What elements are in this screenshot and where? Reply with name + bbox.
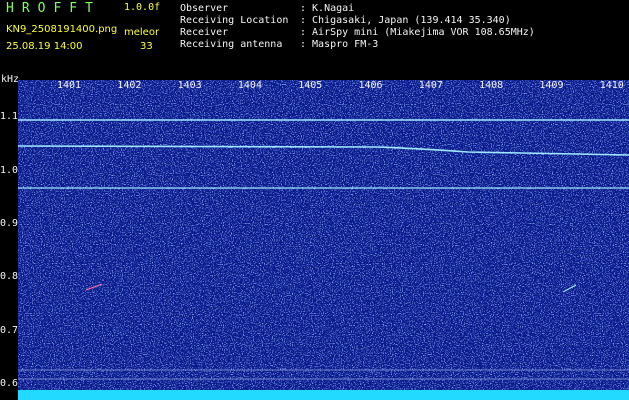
version-label: 1.0.0f xyxy=(124,2,161,13)
info-value-antenna: : Maspro FM-3 xyxy=(300,39,379,50)
x-tick-label: 1409 xyxy=(539,80,564,91)
info-value-receiver: : AirSpy mini (Miakejima VOR 108.65MHz) xyxy=(300,27,535,38)
x-tick-label: 1402 xyxy=(117,80,142,91)
filename-label: KN9_2508191400.png xyxy=(6,24,118,35)
x-tick-label: 1410 xyxy=(599,80,624,91)
info-label-antenna: Receiving antenna xyxy=(180,39,283,50)
info-label-observer: Observer xyxy=(180,3,229,14)
info-value-location: : Chigasaki, Japan (139.414 35.340) xyxy=(300,15,511,26)
info-label-receiver: Receiver xyxy=(180,27,229,38)
info-value-observer: : K.Nagai xyxy=(300,3,355,14)
x-tick-label: 1408 xyxy=(479,80,504,91)
x-tick-label: 1407 xyxy=(418,80,443,91)
meteor-label: meleor xyxy=(124,27,160,38)
y-tick-label: 1.0 xyxy=(0,164,19,176)
x-tick-label: 1405 xyxy=(298,80,323,91)
app-logo: HROFFT xyxy=(6,1,101,16)
y-tick-label: 0.9 xyxy=(0,218,19,229)
y-axis-unit: kHz xyxy=(1,74,20,85)
y-tick-label: 0.6 xyxy=(0,378,19,389)
header-panel: HROFFT 1.0.0f KN9_2508191400.png meleor … xyxy=(0,0,629,74)
info-label-location: Receiving Location xyxy=(180,15,289,26)
meteor-count: 33 xyxy=(140,41,153,52)
datetime-label: 25.08.19 14:00 xyxy=(6,41,83,52)
y-tick-label: 0.8 xyxy=(0,271,19,283)
spectrogram-noise xyxy=(18,80,629,400)
x-tick-label: 1403 xyxy=(177,80,202,91)
y-tick-label: 0.7 xyxy=(0,324,19,336)
bottom-band xyxy=(18,390,629,400)
spectrogram-plot xyxy=(18,80,629,400)
x-tick-label: 1404 xyxy=(237,80,262,91)
x-tick-label: 1401 xyxy=(57,80,82,91)
y-tick-label: 1.1 xyxy=(0,111,19,123)
x-tick-label: 1406 xyxy=(358,80,383,91)
